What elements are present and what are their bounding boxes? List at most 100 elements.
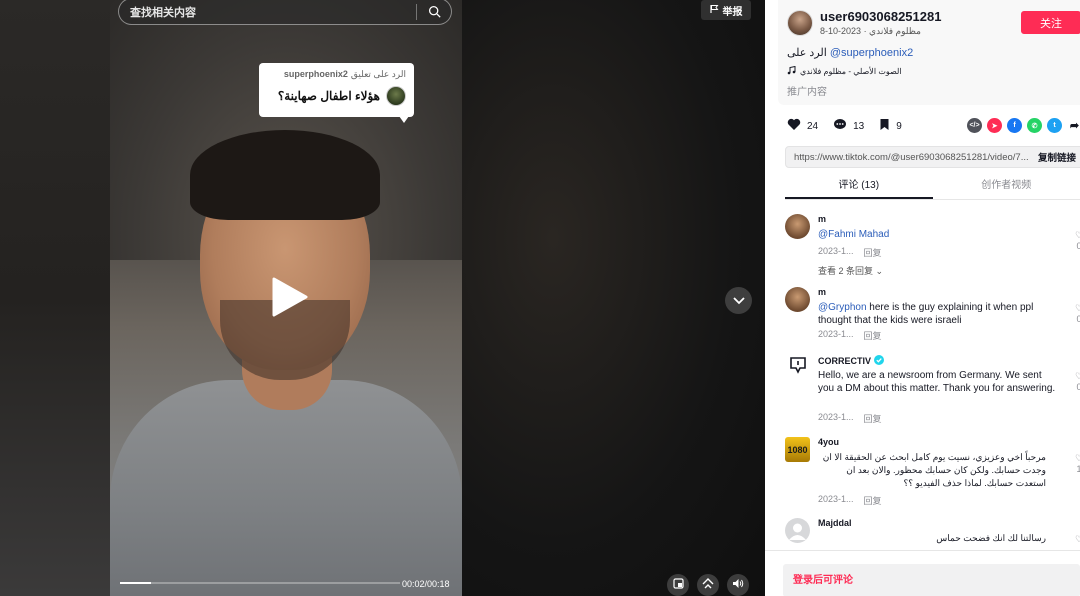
- reply-avatar: [386, 86, 406, 106]
- blurred-background-left: [0, 0, 110, 596]
- verified-badge-icon: [874, 355, 885, 367]
- comment-item: m @Gryphon here is the guy explaining it…: [785, 287, 1080, 347]
- picture-in-picture-icon: [672, 576, 684, 594]
- comment-date: 2023-1...: [818, 494, 854, 504]
- comment-like[interactable]: ♡ 0: [1073, 371, 1080, 392]
- comment-meta: 2023-1... 回复: [818, 329, 882, 342]
- blurred-background-right: [462, 0, 765, 596]
- author-avatar[interactable]: [787, 10, 813, 36]
- comment-text: @Fahmi Mahad: [818, 228, 1058, 241]
- tab-creator-videos[interactable]: 创作者视频: [933, 174, 1080, 199]
- comment-item: CORRECTIV Hello, we are a newsroom from …: [785, 355, 1080, 430]
- heart-outline-icon: ♡: [1074, 371, 1080, 381]
- commenter-avatar[interactable]: [785, 287, 810, 312]
- share-icons: </> ➤ f ✆ t ➦: [967, 118, 1080, 133]
- like-stat[interactable]: 24: [787, 118, 818, 134]
- save-stat[interactable]: 9: [879, 118, 902, 134]
- comment-text: Hello, we are a newsroom from Germany. W…: [818, 370, 1056, 394]
- commenter-username[interactable]: 4you: [818, 437, 839, 447]
- search-icon[interactable]: [417, 0, 451, 24]
- chevron-down-icon: ⌄: [875, 266, 884, 276]
- reply-button[interactable]: 回复: [864, 494, 882, 507]
- comment-date: 2023-1...: [818, 246, 854, 256]
- chevron-down-icon: [732, 292, 745, 310]
- copy-link-button[interactable]: 复制链接: [1030, 150, 1080, 164]
- comment-like-count: 1: [1076, 464, 1080, 474]
- comment-meta: 2023-1... 回复: [818, 494, 882, 507]
- commenter-avatar[interactable]: [785, 355, 810, 380]
- play-icon[interactable]: [270, 277, 308, 322]
- save-count: 9: [896, 120, 902, 132]
- author-meta: مظلوم فلاندي · 2023-10-8: [820, 26, 921, 36]
- comment-mention[interactable]: @Gryphon: [818, 302, 867, 313]
- commenter-username[interactable]: Majddal: [818, 518, 852, 528]
- comment-meta: 2023-1... 回复: [818, 412, 882, 425]
- comment-mention[interactable]: @Fahmi Mahad: [818, 229, 889, 240]
- heart-outline-icon: ♡: [1074, 534, 1080, 544]
- send-icon[interactable]: ➤: [987, 118, 1002, 133]
- reply-button[interactable]: 回复: [864, 246, 882, 259]
- comment-like[interactable]: ♡ 1: [1073, 453, 1080, 474]
- commenter-avatar[interactable]: 1080: [785, 437, 810, 462]
- comment-meta: 2023-1... 回复: [818, 246, 882, 259]
- reply-button[interactable]: 回复: [864, 412, 882, 425]
- video-info-card: user6903068251281 مظلوم فلاندي · 2023-10…: [778, 0, 1080, 105]
- comment-input-bar: 登录后可评论: [765, 550, 1080, 596]
- heart-outline-icon: ♡: [1074, 453, 1080, 463]
- pip-button[interactable]: [667, 574, 689, 596]
- commenter-username[interactable]: m: [818, 287, 826, 297]
- video-description: الرد على @superphoenix2: [787, 46, 913, 59]
- comment-text: مرحباً اخي وعزيزي، نسيت يوم كامل ابحث عن…: [822, 452, 1046, 488]
- comment-date: 2023-1...: [818, 412, 854, 422]
- search-input[interactable]: 查找相关内容: [119, 4, 416, 20]
- comment-list: m @Fahmi Mahad 2023-1... 回复 查看 2 条回复 ⌄ ♡…: [765, 200, 1080, 550]
- video-progress-bar[interactable]: [120, 582, 400, 584]
- comment-stat[interactable]: 13: [833, 118, 864, 134]
- promoted-label: 推广内容: [787, 87, 827, 98]
- report-button[interactable]: 举报: [701, 0, 751, 20]
- whatsapp-icon[interactable]: ✆: [1027, 118, 1042, 133]
- comment-like[interactable]: ♡ 0: [1073, 230, 1080, 251]
- embed-icon[interactable]: </>: [967, 118, 982, 133]
- bookmark-icon: [879, 118, 890, 134]
- music-title: الصوت الأصلي - مظلوم فلاندي: [800, 67, 902, 76]
- next-video-button[interactable]: [725, 287, 752, 314]
- video-progress-fill: [120, 582, 151, 584]
- twitter-icon[interactable]: t: [1047, 118, 1062, 133]
- commenter-username[interactable]: CORRECTIV: [818, 355, 885, 367]
- comment-icon: [833, 118, 847, 134]
- comment-like[interactable]: ♡ 0: [1073, 303, 1080, 324]
- video-url: https://www.tiktok.com/@user690306825128…: [794, 151, 1029, 163]
- comment-like-count: 0: [1076, 241, 1080, 251]
- video-time: 00:02/00:18: [402, 579, 450, 589]
- like-count: 24: [807, 120, 819, 132]
- video-url-box: https://www.tiktok.com/@user690306825128…: [785, 146, 1080, 168]
- detail-panel: user6903068251281 مظلوم فلاندي · 2023-10…: [765, 0, 1080, 596]
- facebook-icon[interactable]: f: [1007, 118, 1022, 133]
- view-replies-button[interactable]: 查看 2 条回复 ⌄: [818, 264, 883, 277]
- related-search-bar[interactable]: 查找相关内容: [118, 0, 452, 25]
- flag-icon: [709, 4, 719, 17]
- description-mention[interactable]: @superphoenix2: [830, 47, 913, 59]
- music-link[interactable]: الصوت الأصلي - مظلوم فلاندي: [787, 65, 902, 77]
- music-note-icon: [787, 65, 796, 77]
- tiktok-video-page: 查找相关内容 举报 الرد على تعليق superphoenix2 ه…: [0, 0, 1080, 596]
- comment-like[interactable]: ♡: [1073, 534, 1080, 545]
- reply-button[interactable]: 回复: [864, 329, 882, 342]
- login-to-comment-button[interactable]: 登录后可评论: [783, 564, 1080, 596]
- share-arrow-icon[interactable]: ➦: [1067, 118, 1080, 133]
- comment-like-count: 0: [1076, 382, 1080, 392]
- tab-comments[interactable]: 评论 (13): [785, 174, 933, 199]
- hd-badge-icon: 1080: [787, 444, 808, 455]
- reply-prefix: الرد على تعليق: [350, 69, 406, 79]
- volume-icon: [732, 576, 744, 594]
- commenter-avatar[interactable]: [785, 518, 810, 543]
- author-username[interactable]: user6903068251281: [820, 9, 941, 24]
- comment-item: Majddal رسالتنا لك انك فضحت حماس ♡: [785, 518, 1080, 550]
- commenter-username[interactable]: m: [818, 214, 826, 224]
- commenter-avatar[interactable]: [785, 214, 810, 239]
- mini-player-button[interactable]: [697, 574, 719, 596]
- volume-button[interactable]: [727, 574, 749, 596]
- follow-button[interactable]: 关注: [1021, 11, 1080, 34]
- comment-text: رسالتنا لك انك فضحت حماس: [936, 533, 1046, 543]
